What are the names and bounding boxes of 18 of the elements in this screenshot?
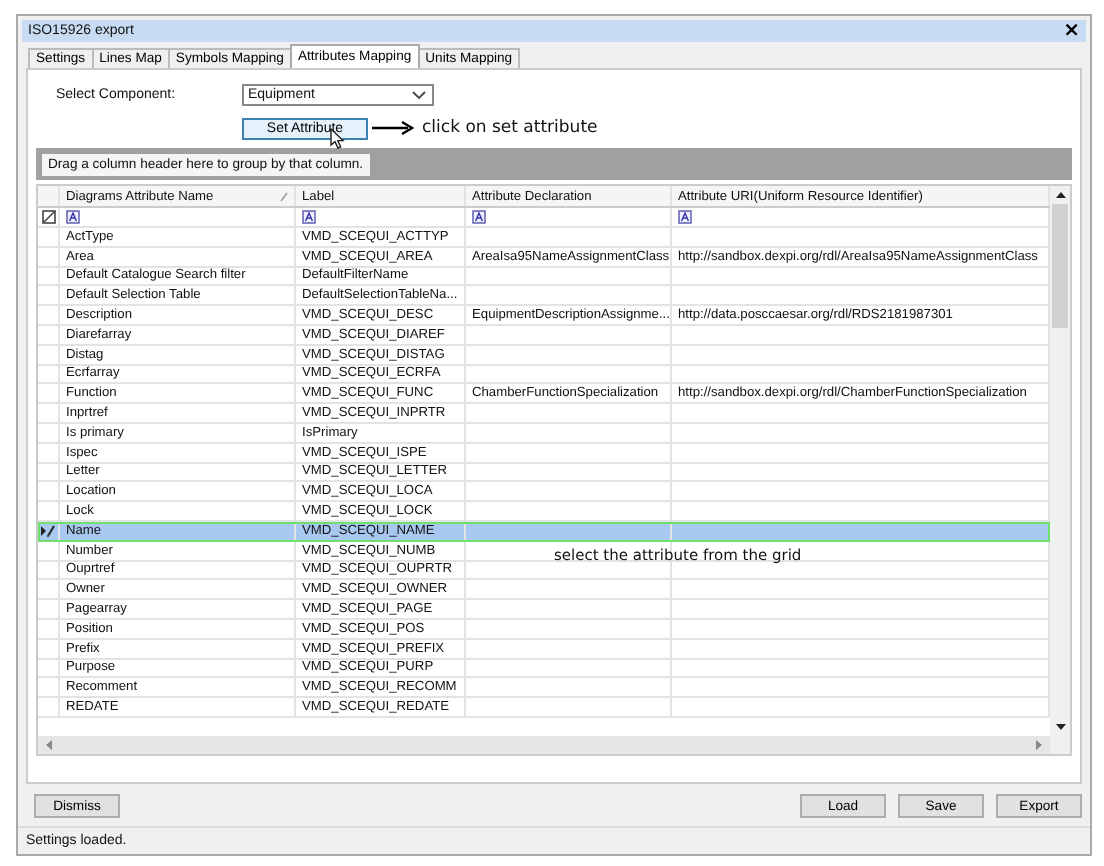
edit-row-icon — [40, 523, 56, 538]
chevron-icon — [412, 89, 426, 99]
filter-icon[interactable] — [66, 210, 80, 224]
filter-icon[interactable] — [302, 210, 316, 224]
scrollbar-thumb[interactable] — [1052, 204, 1068, 328]
filter-icon[interactable] — [472, 210, 486, 224]
scroll-down-icon[interactable] — [1055, 724, 1065, 730]
sort-icon — [280, 191, 288, 201]
horizontal-scrollbar[interactable] — [38, 736, 1050, 754]
arrow-icon — [372, 120, 414, 136]
scroll-right-icon[interactable] — [1036, 740, 1042, 750]
close-button[interactable]: × — [1063, 21, 1080, 41]
filter-icon[interactable] — [678, 210, 692, 224]
annotation-text: click on set attribute — [422, 118, 598, 138]
scroll-up-icon[interactable] — [1055, 192, 1065, 198]
scroll-left-icon[interactable] — [46, 740, 52, 750]
filter-toggle-icon[interactable] — [41, 210, 55, 224]
vertical-scrollbar[interactable] — [1050, 186, 1070, 736]
